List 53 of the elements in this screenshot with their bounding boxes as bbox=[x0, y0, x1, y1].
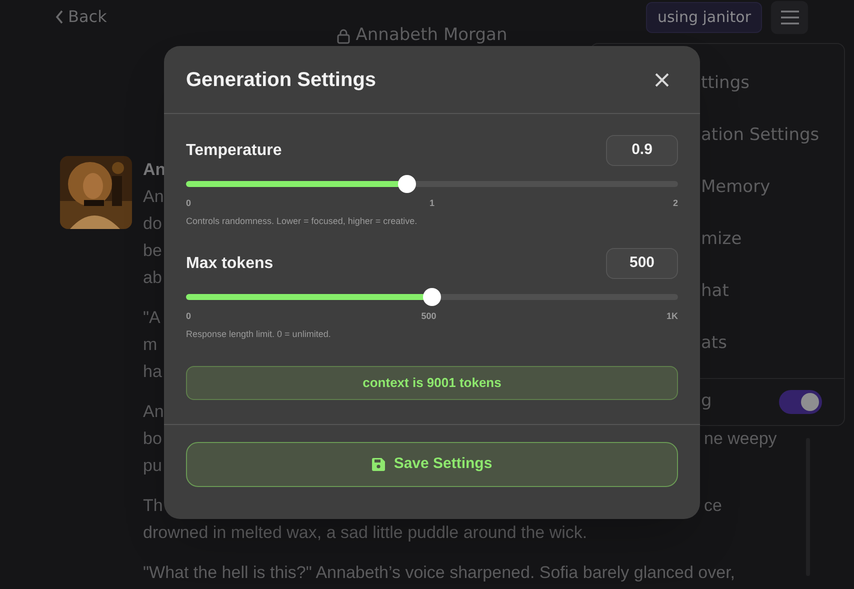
slider-thumb[interactable] bbox=[398, 175, 416, 193]
message-text: bo bbox=[143, 428, 162, 450]
menu-item[interactable]: ats bbox=[701, 318, 727, 370]
message-text: Th bbox=[143, 495, 163, 517]
save-button[interactable]: Save Settings bbox=[186, 442, 678, 487]
author-name: An bbox=[143, 159, 166, 181]
tick-label: 0 bbox=[186, 198, 192, 208]
close-icon bbox=[654, 72, 670, 88]
status-badge: using janitor bbox=[646, 2, 762, 32]
slider-label: Max tokens bbox=[186, 254, 274, 274]
menu-button[interactable] bbox=[771, 0, 808, 34]
tick-label: 1 bbox=[429, 198, 434, 208]
menu-item[interactable]: Memory bbox=[701, 162, 770, 214]
lock-icon bbox=[336, 28, 350, 44]
help-text: Response length limit. 0 = unlimited. bbox=[186, 328, 331, 340]
chat-title: Annabeth Morgan bbox=[356, 24, 508, 48]
message-text: An bbox=[143, 401, 164, 423]
message-text: drowned in melted wax, a sad little puddle around the wick. bbox=[143, 522, 588, 544]
slider-label: Temperature bbox=[186, 140, 282, 160]
context-notice: context is 9001 tokens bbox=[186, 366, 678, 400]
tick-label: 500 bbox=[421, 311, 436, 321]
chevron-left-icon bbox=[55, 10, 64, 24]
close-button[interactable] bbox=[654, 72, 670, 88]
message-text: "A bbox=[143, 307, 160, 329]
save-icon bbox=[372, 458, 385, 471]
slider[interactable] bbox=[186, 175, 678, 193]
menu-icon bbox=[780, 10, 800, 24]
menu-item[interactable]: ttings bbox=[701, 58, 750, 110]
tick-label: 1K bbox=[666, 311, 678, 321]
message-text: ce bbox=[704, 495, 722, 517]
tick-label: 0 bbox=[186, 311, 192, 321]
message-text: An bbox=[143, 186, 164, 208]
message-text: ne weepy bbox=[704, 428, 777, 450]
message-text: ha bbox=[143, 361, 162, 383]
message-text: be bbox=[143, 240, 162, 262]
message-text: do bbox=[143, 213, 162, 235]
message-text: "What the hell is this?" Annabeth’s voice sharpened. Sofia barely glanced over, bbox=[143, 562, 736, 584]
slider-thumb[interactable] bbox=[423, 288, 441, 306]
tick-label: 2 bbox=[672, 198, 678, 208]
message-text: pu bbox=[143, 455, 162, 477]
message-text: m bbox=[143, 334, 158, 356]
dialog-title: Generation Settings bbox=[186, 68, 376, 92]
value-field[interactable]: 0.9 bbox=[606, 135, 678, 166]
back-link[interactable]: Back bbox=[55, 5, 107, 29]
menu-item[interactable]: hat bbox=[701, 266, 729, 318]
menu-item[interactable]: ation Settings bbox=[701, 110, 820, 162]
menu-item[interactable]: mize bbox=[701, 214, 742, 266]
value-field[interactable]: 500 bbox=[606, 248, 678, 279]
slider[interactable] bbox=[186, 288, 678, 306]
message-text: ab bbox=[143, 267, 162, 289]
toggle-label: g bbox=[701, 390, 712, 414]
help-text: Controls randomness. Lower = focused, higher = creative. bbox=[186, 215, 418, 227]
toggle-switch[interactable] bbox=[779, 390, 822, 414]
